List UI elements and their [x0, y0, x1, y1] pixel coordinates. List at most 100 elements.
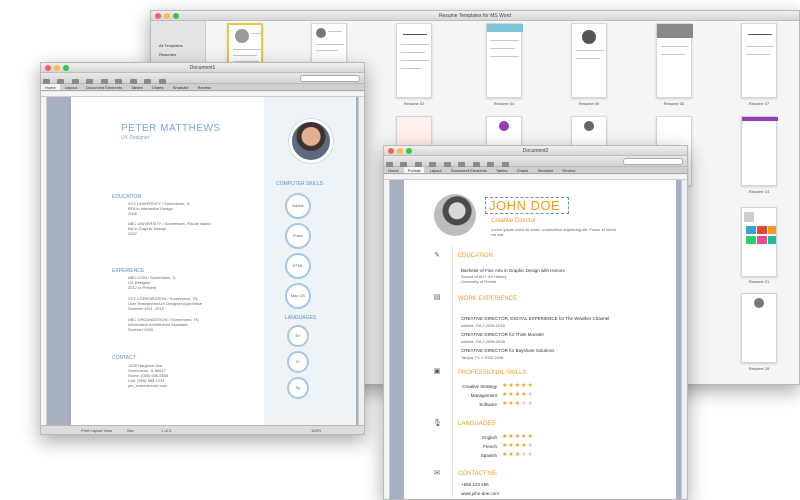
doc2-vertical-ruler — [384, 180, 390, 499]
template-label: Resume 05 — [578, 101, 600, 106]
zoom-window-button[interactable] — [63, 65, 69, 71]
skill-row: Creative Strategy ★★★★★ — [462, 383, 534, 389]
contact-heading: CONTACT — [112, 355, 136, 361]
doc2-ribbon: Home Format Layout Document Elements Tab… — [384, 167, 687, 174]
template-label: Resume 28 — [748, 366, 770, 371]
minimize-window-button[interactable] — [164, 13, 170, 19]
contact-phone: +555 123 456 — [461, 482, 489, 487]
ribbon-tab[interactable]: SmartArt — [169, 84, 193, 90]
template-thumb[interactable] — [741, 116, 778, 186]
skill-row: Management ★★★★★ — [470, 392, 534, 398]
template-thumb[interactable] — [741, 23, 777, 98]
work-dates: Atlanta, GA // 2008-2016 — [461, 323, 505, 328]
doc2-page: JOHN DOE Creative Director Lorem ipsum d… — [404, 180, 676, 499]
skill-badge: Flash — [285, 223, 311, 249]
profile-photo — [289, 119, 333, 163]
doc1-titlebar: Document1 — [41, 63, 364, 73]
template-thumb[interactable] — [656, 23, 693, 98]
ribbon-tab[interactable]: Charts — [148, 84, 168, 90]
close-window-button[interactable] — [155, 13, 161, 19]
work-title: CREATIVE DIRECTOR for Bayshore Solutions — [461, 348, 555, 353]
ribbon-tab[interactable]: Document Elements — [82, 84, 126, 90]
education-item: XYZ UNIVERSITY / Somertown, IL BFA in Int… — [128, 201, 190, 216]
close-window-button[interactable] — [388, 148, 394, 154]
sidebar-item-resumes[interactable]: Resumes — [159, 52, 176, 57]
contact-website: www.john-doe.com — [461, 491, 500, 496]
zoom-window-button[interactable] — [406, 148, 412, 154]
experience-item: ABC.COM / Somertown, IL UX Designer 2012 t… — [128, 275, 176, 290]
resume-role: Creative Director — [491, 218, 537, 224]
work-title: CREATIVE DIRECTOR, DIGITAL EXPERIENCE fo… — [461, 316, 610, 321]
languages-list: English ★★★★★ French ★★★★★ Spanish ★★★★★ — [444, 433, 594, 460]
language-badge: Sp — [287, 377, 309, 399]
education-heading: EDUCATION — [112, 194, 142, 200]
template-thumb[interactable] — [741, 207, 777, 277]
doc1-ribbon: Home Layout Document Elements Tables Cha… — [41, 84, 364, 91]
skills-heading: PROFESSIONAL SKILLS — [458, 370, 527, 376]
contact-heading: CONTACT ME — [458, 471, 498, 477]
zoom-window-button[interactable] — [173, 13, 179, 19]
template-thumb[interactable] — [486, 23, 523, 98]
close-window-button[interactable] — [45, 65, 51, 71]
skill-badge: Mac OS — [285, 283, 311, 309]
template-label: Resume 07 — [748, 101, 770, 106]
doc1-search-input[interactable] — [300, 75, 360, 82]
language-badge: En — [287, 325, 309, 347]
doc1-vertical-ruler — [41, 97, 47, 427]
document2-window: Document2 Home Format Layout Document El… — [383, 145, 688, 500]
template-thumb[interactable] — [571, 23, 607, 98]
ribbon-tab[interactable]: Review — [194, 84, 215, 90]
ribbon-tab[interactable]: Review — [558, 167, 579, 173]
resume-summary: Lorem ipsum dolor sit amet, consectetur … — [491, 227, 616, 237]
doc2-title: Document2 — [522, 148, 549, 154]
experience-item: XYZ CORPORATION / Somertown, TN User Rese… — [128, 296, 203, 311]
education-heading: EDUCATION — [458, 253, 493, 259]
ribbon-tab[interactable]: Document Elements — [447, 167, 491, 173]
ribbon-tab[interactable]: SmartArt — [533, 167, 557, 173]
skill-row: Software ★★★★★ — [479, 401, 534, 407]
ribbon-tab[interactable]: Home — [41, 84, 60, 90]
skill-rating: ★★★★★ — [502, 392, 534, 398]
resume-name: PETER MATTHEWS — [121, 123, 221, 134]
ribbon-tab[interactable]: Layout — [61, 84, 81, 90]
education-degree: Bachelor of Fine Arts in Graphic Design … — [461, 268, 565, 273]
languages-heading: LANGUAGES — [285, 315, 317, 321]
template-thumb[interactable] — [396, 23, 432, 98]
experience-item: ABC ORGANIZATION / Somertown, TN Informat… — [128, 317, 199, 332]
doc1-scrollbar[interactable] — [358, 97, 364, 427]
browser-titlebar: Resume Templates for MS Word — [151, 11, 799, 21]
pencil-icon: ✎ — [434, 252, 440, 259]
ribbon-tab[interactable]: Layout — [426, 167, 446, 173]
language-rating: ★★★★★ — [502, 434, 534, 440]
skill-rating: ★★★★★ — [502, 401, 534, 407]
ribbon-tab[interactable]: Tables — [127, 84, 147, 90]
ribbon-tab[interactable]: Format — [403, 167, 425, 173]
contact-details: 1025 Hargrove Ave Somertown, IL 60647 Home… — [128, 363, 169, 388]
experience-heading: EXPERIENCE — [112, 268, 145, 274]
section-divider — [452, 246, 453, 499]
minimize-window-button[interactable] — [54, 65, 60, 71]
template-label: Resume 02 — [403, 101, 425, 106]
doc2-toolbar — [384, 156, 687, 169]
doc2-scrollbar[interactable] — [681, 180, 687, 499]
minimize-window-button[interactable] — [397, 148, 403, 154]
template-thumb[interactable] — [741, 293, 777, 363]
status-section: Sec — [127, 428, 134, 433]
work-title: CREATIVE DIRECTOR for Think Monster — [461, 332, 545, 337]
skills-list: Creative Strategy ★★★★★ Management ★★★★★… — [444, 382, 594, 409]
ribbon-tab[interactable]: Tables — [492, 167, 512, 173]
doc2-search-input[interactable] — [623, 158, 683, 165]
template-label: Resume 21 — [748, 279, 770, 284]
ribbon-tab[interactable]: Charts — [513, 167, 533, 173]
ribbon-tab[interactable]: Home — [384, 167, 403, 173]
document1-window: Document1 Home Layout Document Elements … — [40, 62, 365, 435]
work-dates: Atlanta, GA // 2006-2008 — [461, 339, 505, 344]
education-university: University of Florida — [461, 279, 497, 284]
sidebar-item-all-templates[interactable]: All Templates — [159, 43, 183, 48]
template-label: Resume 04 — [493, 101, 515, 106]
document-icon: ▤ — [433, 294, 441, 301]
skill-badge: HTML — [285, 253, 311, 279]
template-label: Resume 06 — [663, 101, 685, 106]
language-row: Spanish ★★★★★ — [480, 452, 534, 458]
envelope-icon: ✉ — [434, 470, 440, 477]
